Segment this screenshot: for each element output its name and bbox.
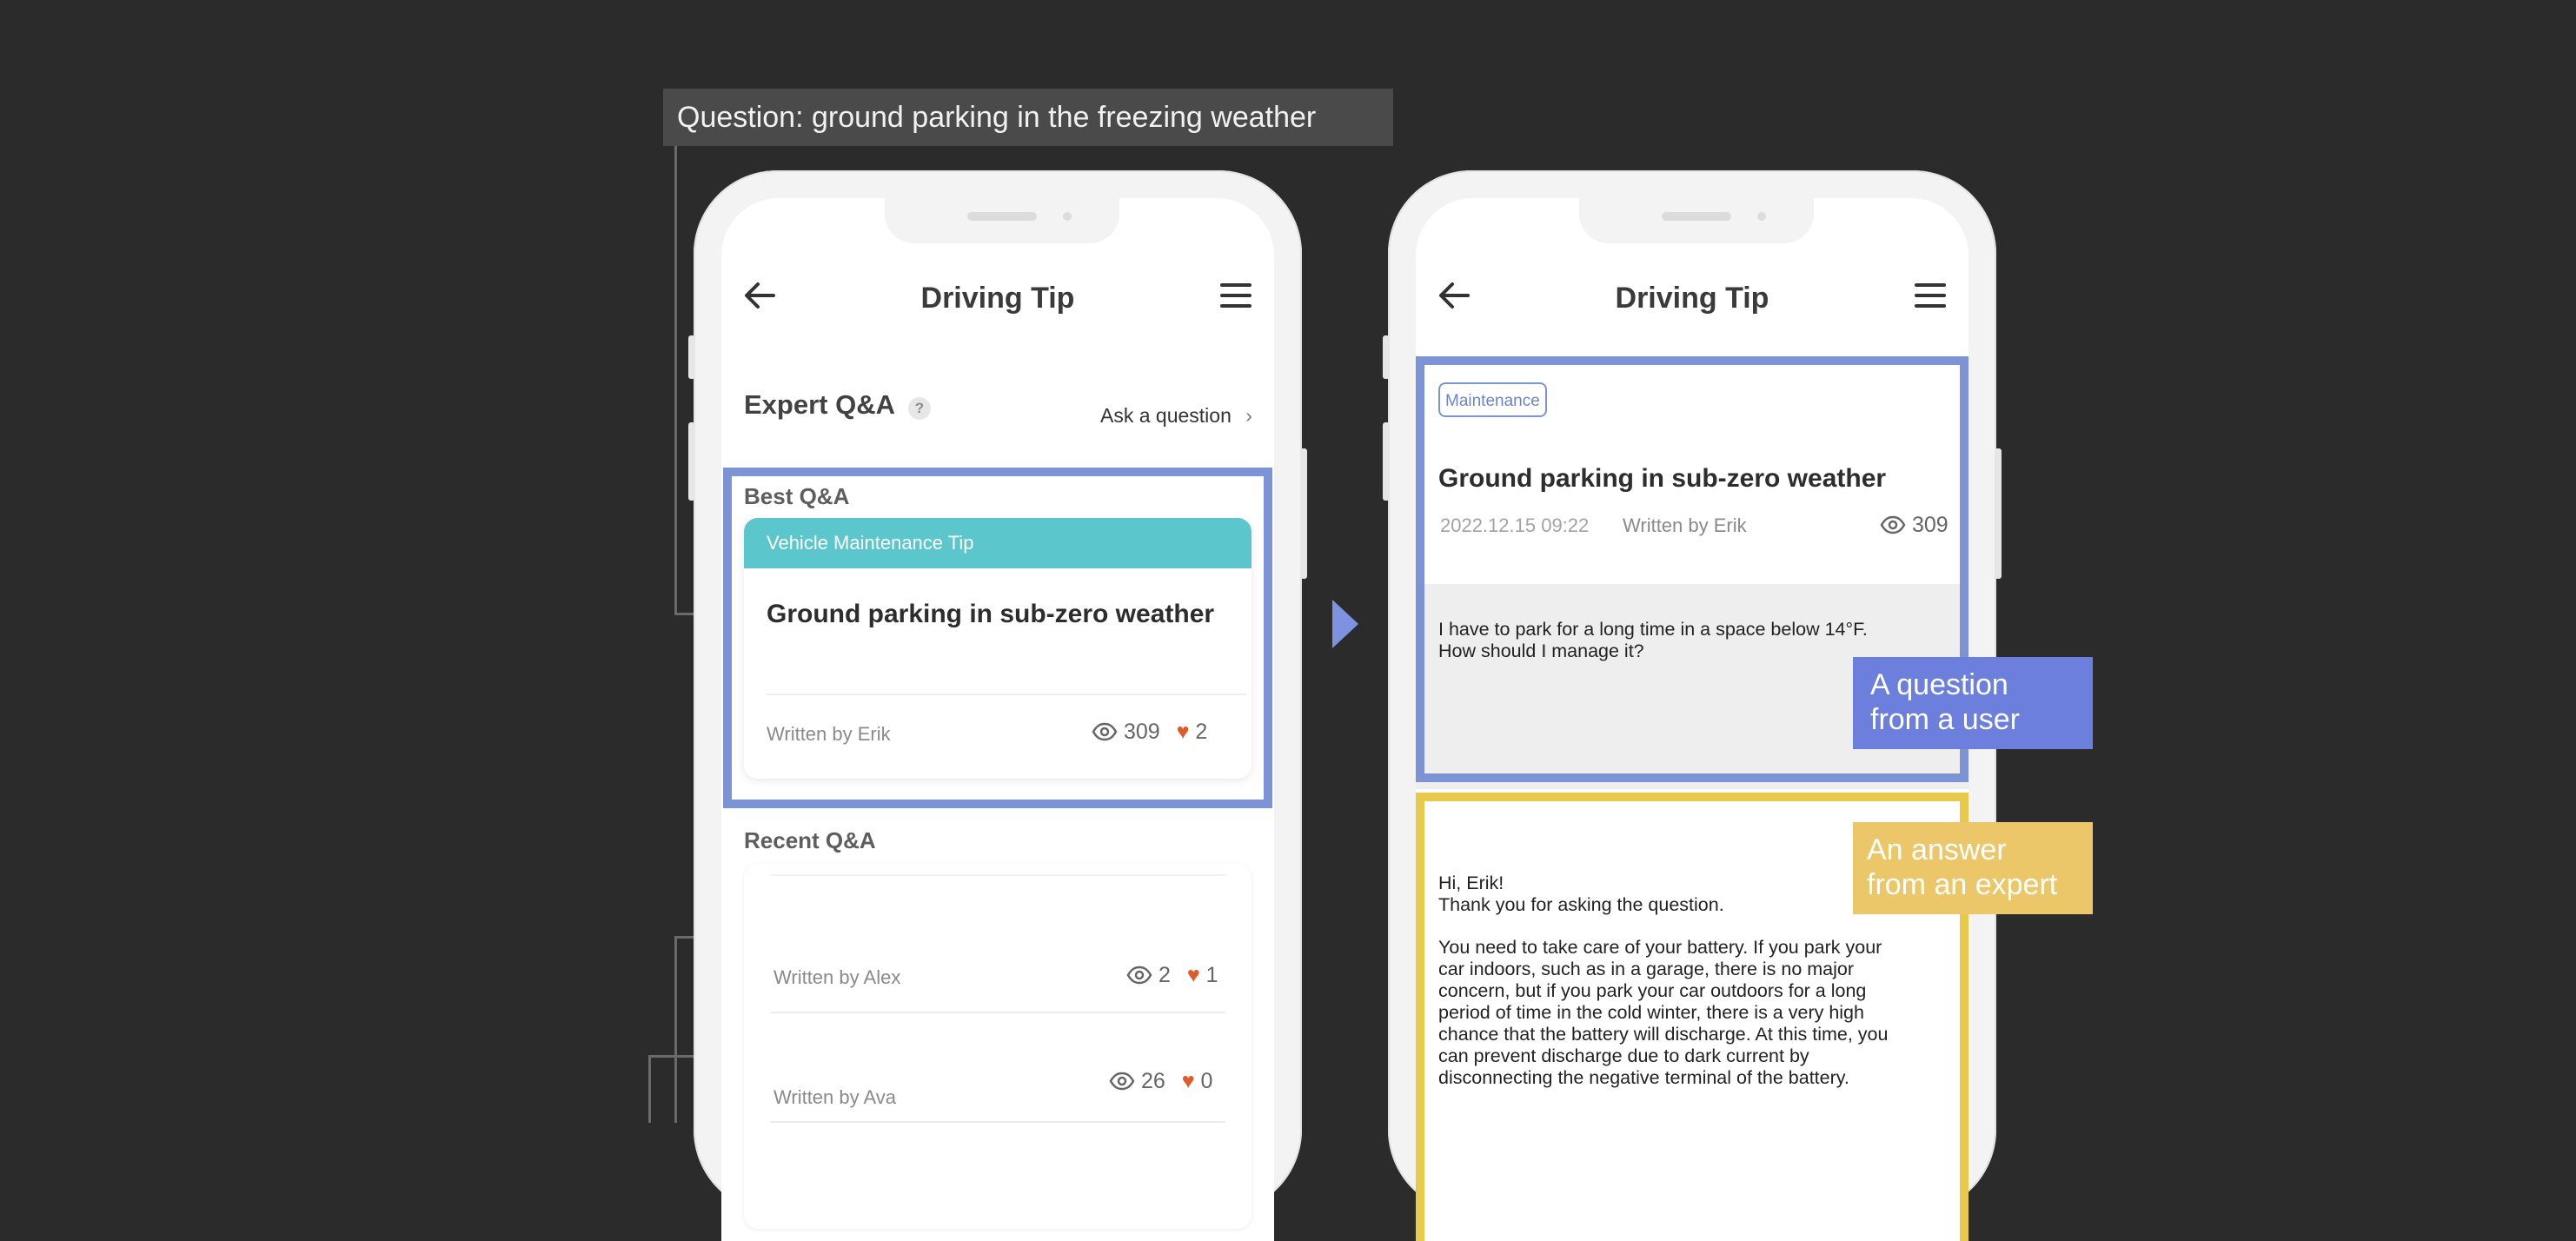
question-title: Ground parking in sub-zero weather [1438, 464, 1887, 493]
question-callout: A question from a user [1853, 657, 2093, 749]
best-qa-card[interactable]: Vehicle Maintenance Tip Ground parking i… [744, 518, 1251, 779]
question-date: 2022.12.15 09:22 [1440, 514, 1590, 536]
recent-qa-card[interactable]: Written by Alex 2 ♥ 1 26 ♥ 0 Written by … [744, 864, 1251, 1229]
page-title: Driving Tip [920, 282, 1075, 315]
recent-item-author: Written by Ava [773, 1086, 897, 1108]
caption-connector-vertical [674, 146, 677, 615]
flow-arrow-icon [1332, 600, 1358, 648]
expert-qa-title: Expert Q&A [744, 389, 895, 420]
eye-icon [1880, 515, 1906, 534]
phone-notch [885, 198, 1119, 243]
phone-notch [1579, 198, 1814, 243]
camera [1757, 212, 1766, 221]
left-phone-side-button [1300, 448, 1307, 579]
eye-icon [1092, 722, 1118, 741]
question-stats: 309 [1880, 513, 1949, 538]
recent-item-stats: 2 ♥ 1 [1126, 963, 1218, 988]
hamburger-menu-icon[interactable] [1909, 275, 1951, 316]
answer-line: concern, but if you park your car outdoo… [1438, 980, 1867, 1001]
category-tag[interactable]: Maintenance [1438, 382, 1547, 417]
recent-connector-2 [648, 1055, 651, 1123]
question-line: I have to park for a long time in a spac… [1438, 619, 1868, 640]
camera [1063, 212, 1072, 221]
chevron-right-icon: › [1245, 404, 1252, 427]
left-phone: Driving Tip Expert Q&A ? Ask a question … [688, 170, 1307, 1241]
question-body: I have to park for a long time in a spac… [1438, 619, 1942, 662]
answer-line: disconnecting the negative terminal of t… [1438, 1067, 1849, 1088]
view-count: 309 [1123, 720, 1160, 744]
question-author: Written by Erik [1623, 514, 1747, 536]
category-band: Vehicle Maintenance Tip [744, 518, 1251, 568]
question-callout-line: A question [1870, 668, 2008, 701]
help-badge[interactable]: ? [908, 397, 931, 420]
eye-icon [1126, 966, 1152, 985]
card-author: Written by Erik [767, 723, 891, 745]
left-phone-side-button [688, 422, 695, 501]
left-phone-screen: Driving Tip Expert Q&A ? Ask a question … [721, 198, 1274, 1241]
right-phone-side-button [1383, 422, 1390, 501]
answer-line: chance that the battery will discharge. … [1438, 1024, 1889, 1045]
ask-question-label: Ask a question [1100, 404, 1232, 427]
question-callout-line: from a user [1870, 703, 2020, 736]
speaker [1662, 212, 1731, 221]
card-divider [767, 694, 1246, 695]
left-phone-side-button [688, 335, 695, 379]
answer-callout-line: from an expert [1867, 868, 2058, 901]
page-title: Driving Tip [1615, 282, 1769, 315]
eye-icon [1109, 1072, 1135, 1091]
answer-callout-line: An answer [1867, 833, 2007, 866]
view-count: 26 [1140, 1069, 1165, 1093]
like-count: 1 [1205, 963, 1218, 987]
right-phone-side-button [1383, 335, 1390, 379]
hamburger-menu-icon[interactable] [1215, 275, 1257, 316]
recent-connector-1 [674, 936, 677, 1123]
speaker [967, 212, 1037, 221]
card-stats: 309 ♥ 2 [1092, 720, 1207, 745]
heart-icon: ♥ [1176, 720, 1190, 744]
answer-line: can prevent discharge due to dark curren… [1438, 1045, 1809, 1066]
answer-line: car indoors, such as in a garage, there … [1438, 959, 1855, 979]
like-count: 2 [1195, 720, 1208, 744]
view-count: 2 [1158, 963, 1171, 987]
heart-icon: ♥ [1186, 963, 1200, 987]
card-title: Ground parking in sub-zero weather [767, 600, 1215, 628]
ask-question-link[interactable]: Ask a question › [1100, 404, 1252, 428]
answer-callout: An answer from an expert [1853, 822, 2093, 914]
recent-item-author: Written by Alex [773, 966, 901, 988]
view-count: 309 [1911, 513, 1949, 537]
recent-item-stats: 26 ♥ 0 [1109, 1069, 1212, 1094]
best-qa-title: Best Q&A [744, 483, 850, 509]
like-count: 0 [1200, 1069, 1213, 1093]
recent-qa-title: Recent Q&A [744, 827, 876, 853]
recent-divider [770, 1012, 1225, 1013]
answer-line: period of time in the cold winter, there… [1438, 1002, 1864, 1023]
right-phone-side-button [1995, 448, 2002, 579]
question-caption: Question: ground parking in the freezing… [663, 89, 1393, 146]
answer-line: You need to take care of your battery. I… [1438, 937, 1882, 958]
heart-icon: ♥ [1181, 1069, 1195, 1093]
recent-divider [770, 874, 1225, 876]
